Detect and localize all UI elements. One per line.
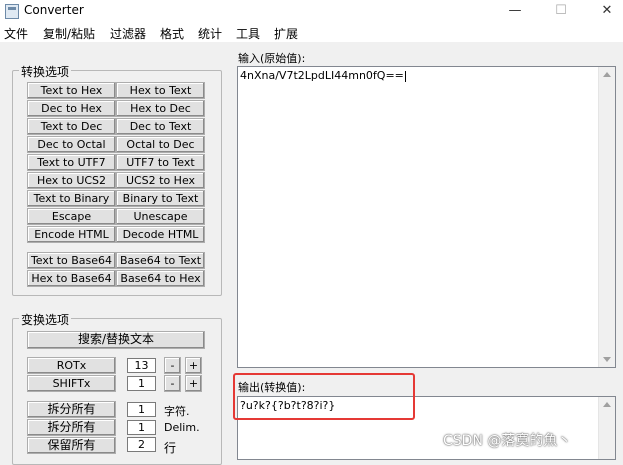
split-delim-unit-label: Delim. <box>164 421 200 434</box>
input-scrollbar[interactable] <box>598 67 615 367</box>
dec-to-hex-button[interactable]: Dec to Hex <box>27 100 116 117</box>
octal-to-dec-button[interactable]: Octal to Dec <box>116 136 205 153</box>
rotx-decrement-button[interactable]: - <box>164 357 181 374</box>
menu-extensions[interactable]: 扩展 <box>274 25 298 42</box>
input-text: 4nXna/V7t2LpdLI44mn0fQ== <box>240 69 404 82</box>
text-to-utf7-button[interactable]: Text to UTF7 <box>27 154 116 171</box>
input-textarea[interactable]: 4nXna/V7t2LpdLI44mn0fQ== <box>237 66 616 368</box>
text-to-base64-button[interactable]: Text to Base64 <box>27 252 116 269</box>
keep-lines-unit-label: 行 <box>164 441 177 455</box>
shiftx-button[interactable]: SHIFTx <box>27 375 116 392</box>
unescape-button[interactable]: Unescape <box>116 208 205 225</box>
base64-to-hex-button[interactable]: Base64 to Hex <box>116 270 205 287</box>
menu-copy-paste[interactable]: 复制/粘贴 <box>43 25 95 42</box>
watermark: CSDN @落寞的魚丶 <box>443 433 572 449</box>
dec-to-octal-button[interactable]: Dec to Octal <box>27 136 116 153</box>
hex-to-ucs2-button[interactable]: Hex to UCS2 <box>27 172 116 189</box>
shiftx-increment-button[interactable]: + <box>185 375 202 392</box>
menu-stats[interactable]: 统计 <box>198 25 222 42</box>
output-highlight-box <box>233 373 415 420</box>
split-delim-value-field[interactable]: 1 <box>127 420 156 435</box>
utf7-to-text-button[interactable]: UTF7 to Text <box>116 154 205 171</box>
convert-options-title: 转换选项 <box>19 63 72 80</box>
hex-to-base64-button[interactable]: Hex to Base64 <box>27 270 116 287</box>
app-icon <box>5 4 19 19</box>
input-label: 输入(原始值): <box>238 52 306 65</box>
split-chars-value-field[interactable]: 1 <box>127 402 156 417</box>
base64-to-text-button[interactable]: Base64 to Text <box>116 252 205 269</box>
decode-html-button[interactable]: Decode HTML <box>116 226 205 243</box>
hex-to-text-button[interactable]: Hex to Text <box>116 82 205 99</box>
text-to-binary-button[interactable]: Text to Binary <box>27 190 116 207</box>
binary-to-text-button[interactable]: Binary to Text <box>116 190 205 207</box>
text-to-dec-button[interactable]: Text to Dec <box>27 118 116 135</box>
dec-to-text-button[interactable]: Dec to Text <box>116 118 205 135</box>
escape-button[interactable]: Escape <box>27 208 116 225</box>
output-scrollbar[interactable] <box>598 397 615 459</box>
ucs2-to-hex-button[interactable]: UCS2 to Hex <box>116 172 205 189</box>
encode-html-button[interactable]: Encode HTML <box>27 226 116 243</box>
close-button[interactable]: ✕ <box>592 0 622 22</box>
minimize-button[interactable]: — <box>500 0 530 22</box>
menu-bar: 文件 复制/粘贴 过滤器 格式 统计 工具 扩展 <box>0 22 623 42</box>
scroll-up-arrow-icon[interactable] <box>603 402 611 407</box>
scroll-up-arrow-icon[interactable] <box>603 72 611 77</box>
keep-lines-value-field[interactable]: 2 <box>127 437 156 452</box>
split-all-chars-button[interactable]: 拆分所有 <box>27 401 116 418</box>
rotx-button[interactable]: ROTx <box>27 357 116 374</box>
maximize-button[interactable]: ☐ <box>546 0 576 22</box>
text-to-hex-button[interactable]: Text to Hex <box>27 82 116 99</box>
search-replace-button[interactable]: 搜索/替换文本 <box>27 331 205 349</box>
shiftx-value-field[interactable]: 1 <box>127 376 156 391</box>
keep-all-button[interactable]: 保留所有 <box>27 437 116 454</box>
title-bar: Converter — ☐ ✕ <box>0 0 623 22</box>
rotx-increment-button[interactable]: + <box>185 357 202 374</box>
menu-tools[interactable]: 工具 <box>236 25 260 42</box>
transform-options-title: 变换选项 <box>19 311 72 328</box>
split-all-delim-button[interactable]: 拆分所有 <box>27 419 116 436</box>
split-chars-unit-label: 字符. <box>164 405 190 418</box>
menu-filters[interactable]: 过滤器 <box>110 25 146 42</box>
hex-to-dec-button[interactable]: Hex to Dec <box>116 100 205 117</box>
menu-file[interactable]: 文件 <box>4 25 28 42</box>
scroll-down-arrow-icon[interactable] <box>603 357 611 362</box>
shiftx-decrement-button[interactable]: - <box>164 375 181 392</box>
window-title: Converter <box>24 3 84 17</box>
menu-format[interactable]: 格式 <box>160 25 184 42</box>
text-caret <box>404 70 406 82</box>
rotx-value-field[interactable]: 13 <box>127 358 156 373</box>
